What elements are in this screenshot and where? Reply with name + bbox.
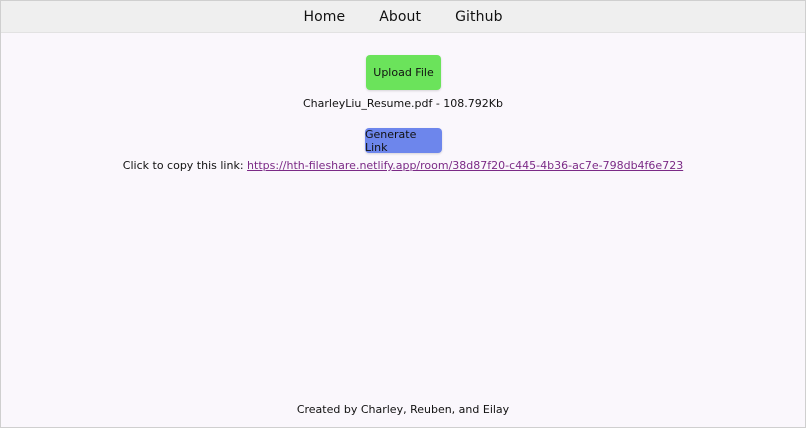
upload-file-button[interactable]: Upload File: [366, 55, 441, 90]
copy-link-prompt: Click to copy this link:: [122, 159, 244, 172]
generate-link-button[interactable]: Generate Link: [365, 128, 442, 154]
uploaded-file-info: CharleyLiu_Resume.pdf - 108.792Kb: [303, 97, 503, 110]
room-link[interactable]: https://hth-fileshare.netlify.app/room/3…: [247, 159, 683, 172]
nav-about-link[interactable]: About: [379, 9, 421, 25]
footer-credits: Created by Charley, Reuben, and Eilay: [296, 403, 510, 416]
share-link-row: Click to copy this link: https://hth-fil…: [1, 159, 805, 172]
nav-home-link[interactable]: Home: [303, 9, 345, 25]
top-navbar: Home About Github: [1, 1, 805, 33]
nav-github-link[interactable]: Github: [455, 9, 502, 25]
